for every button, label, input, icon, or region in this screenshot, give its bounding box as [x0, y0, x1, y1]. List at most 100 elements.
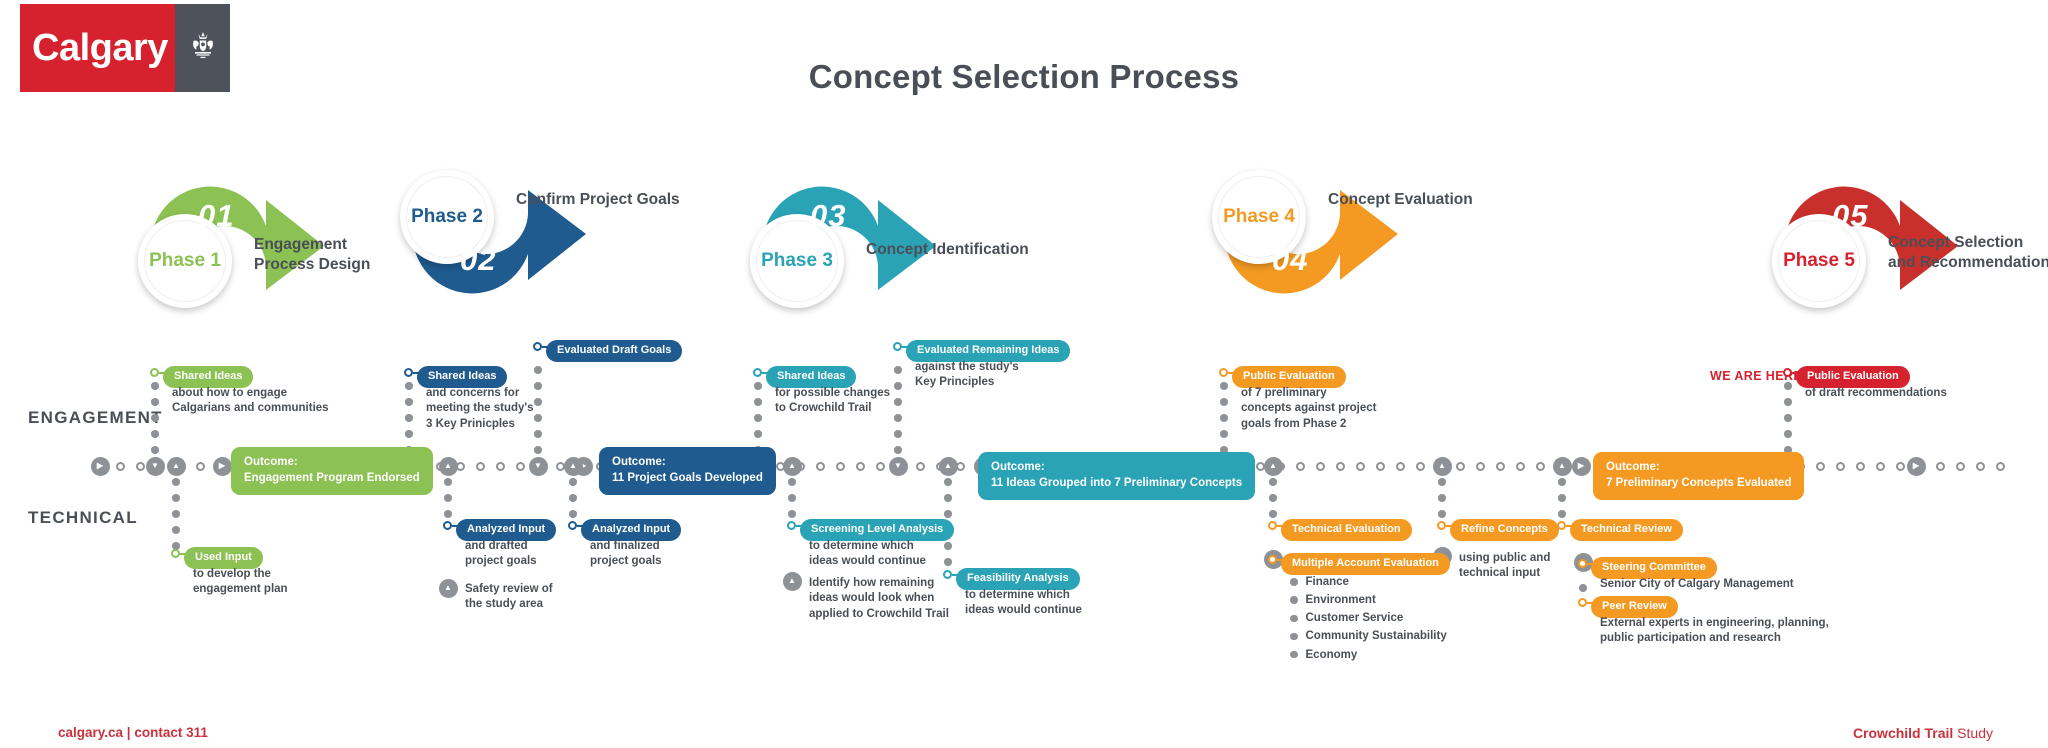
- phase-badge-1-label: Phase 1: [149, 250, 221, 271]
- phase-badge-4[interactable]: Phase 4 04 Concept Evaluation: [1212, 170, 1512, 310]
- connector-dot: [1558, 510, 1566, 518]
- pill-p5-technical-review[interactable]: Technical Review: [1570, 519, 1683, 541]
- pill-p3-shared-ideas[interactable]: Shared Ideas: [766, 366, 857, 388]
- connector-dot: [1220, 430, 1228, 438]
- connector-dot: [534, 430, 542, 438]
- connector-dot: [944, 542, 952, 550]
- pill-p3-outcome[interactable]: Outcome: 11 Ideas Grouped into 7 Prelimi…: [978, 452, 1256, 501]
- phase-badge-3-label: Phase 3: [761, 250, 833, 271]
- pill-p3-outcome-sub: 11 Ideas Grouped into 7 Preliminary Conc…: [991, 476, 1243, 489]
- phase-caption-4: Concept Evaluation: [1328, 191, 1473, 208]
- timeline-node-up-icon: ▲: [1552, 456, 1572, 476]
- pill-p3-screening-level-analysis[interactable]: Screening Level Analysis: [800, 519, 955, 541]
- list-p4-mae-bullets: Finance Environment Customer Service Commun…: [1290, 573, 1447, 664]
- connector-dot: [569, 510, 577, 518]
- timeline-node-down-icon: ▼: [888, 456, 908, 476]
- phase-number-4: 04: [1272, 242, 1309, 277]
- pill-p2-analyzed-input-2[interactable]: Analyzed Input: [581, 519, 682, 541]
- timeline-dot: [1395, 461, 1405, 471]
- connector-dot: [151, 430, 159, 438]
- pill-p4-technical-evaluation[interactable]: Technical Evaluation: [1281, 519, 1412, 541]
- desc-p3-screening-level-analysis: to determine which ideas would continue: [809, 540, 926, 568]
- pill-p4-outcome[interactable]: Outcome: 7 Preliminary Concepts Evaluate…: [1593, 452, 1805, 501]
- connector-dot: [534, 398, 542, 406]
- pill-p2-shared-ideas[interactable]: Shared Ideas: [417, 366, 508, 388]
- list-item: Community Sustainability: [1290, 627, 1447, 645]
- timeline-dot: [1855, 461, 1865, 471]
- connector-dot: [569, 494, 577, 502]
- pill-p4-refine-concepts[interactable]: Refine Concepts: [1450, 519, 1559, 541]
- pill-p3-feasibility-analysis[interactable]: Feasibility Analysis: [956, 568, 1080, 590]
- list-item: Customer Service: [1290, 609, 1447, 627]
- timeline-node-up-icon: ▲: [166, 456, 186, 476]
- connector-dot: [1269, 510, 1277, 518]
- connector-dot: [788, 478, 796, 486]
- connector-dot: [444, 494, 452, 502]
- timeline-node-down-icon: ▼: [528, 456, 548, 476]
- connector-dot: [894, 430, 902, 438]
- desc-p2-analyzed-input-2: and finalized project goals: [590, 540, 662, 568]
- timeline-node-up-icon: ▲: [782, 571, 802, 591]
- desc-p4-refine-concepts: using public and technical input: [1459, 552, 1551, 580]
- timeline-node-up-icon: ▲: [1263, 456, 1283, 476]
- pill-p1-used-input[interactable]: Used Input: [184, 547, 263, 569]
- connector-dot: [1558, 494, 1566, 502]
- pill-p5-steering-committee[interactable]: Steering Committee: [1591, 557, 1717, 579]
- connector-dot: [754, 430, 762, 438]
- timeline-dot: [195, 461, 205, 471]
- timeline-node-up-icon: ▲: [438, 578, 458, 598]
- pill-p2-analyzed-input-1[interactable]: Analyzed Input: [456, 519, 557, 541]
- timeline-dot: [1955, 461, 1965, 471]
- list-item-label: Environment: [1305, 594, 1376, 607]
- timeline-node-right-icon: ▶: [212, 456, 232, 476]
- timeline-dot: [915, 461, 925, 471]
- connector-dot: [944, 558, 952, 566]
- desc-p5-steering-committee: Senior City of Calgary Management: [1600, 578, 1794, 590]
- phase-badge-2[interactable]: Phase 2 02 Confirm Project Goals: [400, 170, 700, 310]
- pill-p2-outcome[interactable]: Outcome: 11 Project Goals Developed: [599, 447, 776, 496]
- phase-badge-5[interactable]: Phase 5 05 Concept Selection and Recomme…: [1772, 170, 2048, 310]
- connector-dot: [444, 510, 452, 518]
- footer-contact[interactable]: calgary.ca | contact 311: [58, 725, 208, 740]
- connector-dot: [151, 382, 159, 390]
- connector-dot: [1269, 478, 1277, 486]
- timeline-dot: [1835, 461, 1845, 471]
- phase-badge-5-label: Phase 5: [1783, 250, 1855, 271]
- timeline-node-up-icon: ▲: [782, 456, 802, 476]
- timeline-dot: [1375, 461, 1385, 471]
- footer-study-name: Crowchild Trail Study: [1853, 725, 1993, 741]
- connector-dot: [405, 430, 413, 438]
- pill-p5-public-evaluation[interactable]: Public Evaluation: [1796, 366, 1910, 388]
- pill-p4-multiple-account-evaluation[interactable]: Multiple Account Evaluation: [1281, 553, 1450, 575]
- connector-dot: [894, 398, 902, 406]
- timeline-dot: [1295, 461, 1305, 471]
- timeline-dot: [1315, 461, 1325, 471]
- list-item-label: Customer Service: [1305, 612, 1404, 625]
- pill-p5-peer-review[interactable]: Peer Review: [1591, 596, 1678, 618]
- pill-p4-outcome-title: Outcome:: [1606, 461, 1660, 473]
- phase-badge-1[interactable]: Phase 1 01 Engagement Process Design: [138, 170, 438, 310]
- pill-p2-evaluated-draft-goals[interactable]: Evaluated Draft Goals: [546, 340, 683, 362]
- pill-p4-public-evaluation[interactable]: Public Evaluation: [1232, 366, 1346, 388]
- list-item: Economy: [1290, 646, 1447, 664]
- list-item-label: Community Sustainability: [1305, 630, 1447, 643]
- list-item: Finance: [1290, 573, 1447, 591]
- phase-caption-3: Concept Identification: [866, 241, 1029, 258]
- connector-dot: [172, 526, 180, 534]
- timeline-dot: [1495, 461, 1505, 471]
- phase-badge-3[interactable]: Phase 3 03 Concept Identification: [750, 170, 1050, 310]
- pill-p1-shared-ideas[interactable]: Shared Ideas: [163, 366, 254, 388]
- connector-dot: [1438, 510, 1446, 518]
- footer-study-light: Study: [1953, 725, 1993, 741]
- connector-dot: [1784, 430, 1792, 438]
- timeline-dot: [495, 461, 505, 471]
- pill-p3-evaluated-remaining-ideas[interactable]: Evaluated Remaining Ideas: [906, 340, 1071, 362]
- phase-number-5: 05: [1832, 198, 1869, 233]
- timeline-dot: [1535, 461, 1545, 471]
- connector-dot: [1438, 478, 1446, 486]
- connector-dot: [1269, 494, 1277, 502]
- connector-dot: [1784, 398, 1792, 406]
- bullet-dot-icon: [1290, 650, 1298, 659]
- pill-p1-outcome[interactable]: Outcome: Engagement Program Endorsed: [231, 447, 433, 496]
- timeline-dot: [1515, 461, 1525, 471]
